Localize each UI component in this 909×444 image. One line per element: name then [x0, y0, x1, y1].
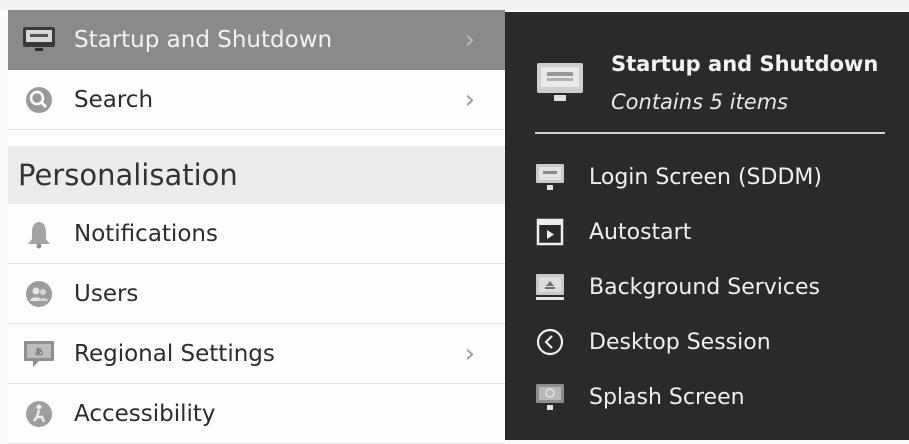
sidebar-item-label: Startup and Shutdown: [74, 27, 333, 53]
panel-item-label: Login Screen (SDDM): [589, 164, 822, 190]
sidebar-item-search[interactable]: Search ›: [8, 70, 505, 130]
monitor-icon: [22, 25, 56, 55]
settings-sidebar: Startup and Shutdown › Search › Personal…: [8, 10, 505, 444]
sidebar-item-label: Regional Settings: [74, 340, 275, 367]
sidebar-item-regional-settings[interactable]: あ Regional Settings ›: [8, 324, 505, 384]
users-icon: [22, 279, 56, 309]
panel-item-desktop-session[interactable]: Desktop Session: [533, 322, 893, 362]
splash-screen-icon: [533, 380, 567, 414]
accessibility-icon: [22, 399, 56, 429]
panel-item-background-services[interactable]: Background Services: [533, 267, 893, 307]
sidebar-item-users[interactable]: Users: [8, 264, 505, 324]
panel-item-label: Desktop Session: [589, 329, 771, 355]
bell-icon: [22, 219, 56, 249]
panel-divider: [535, 132, 885, 134]
chevron-right-icon: ›: [464, 338, 475, 369]
svg-text:あ: あ: [34, 347, 43, 358]
search-icon: [22, 85, 56, 115]
chevron-right-icon: ›: [464, 25, 475, 55]
panel-item-label: Splash Screen: [589, 384, 745, 410]
panel-item-label: Background Services: [589, 274, 821, 300]
panel-title: Startup and Shutdown: [611, 52, 879, 76]
top-strip: [0, 0, 909, 10]
autostart-icon: [533, 215, 567, 249]
panel-item-autostart[interactable]: Autostart: [533, 212, 893, 252]
background-services-icon: [533, 270, 567, 304]
chevron-right-icon: ›: [464, 84, 475, 115]
desktop-session-icon: [533, 325, 567, 359]
sidebar-item-label: Notifications: [74, 220, 218, 247]
section-header-label: Personalisation: [18, 158, 238, 192]
sidebar-item-label: Search: [74, 86, 154, 113]
regional-settings-icon: あ: [22, 339, 56, 369]
section-header-personalisation: Personalisation: [8, 146, 505, 204]
panel-item-login-screen[interactable]: Login Screen (SDDM): [533, 157, 893, 197]
sidebar-item-label: Users: [74, 280, 139, 307]
panel-item-splash-screen[interactable]: Splash Screen: [533, 377, 893, 417]
category-preview-panel: Startup and Shutdown Contains 5 items Lo…: [505, 12, 909, 440]
panel-item-label: Autostart: [589, 219, 692, 245]
sidebar-item-accessibility[interactable]: Accessibility: [8, 384, 505, 444]
sidebar-item-startup-and-shutdown[interactable]: Startup and Shutdown ›: [8, 10, 505, 70]
monitor-icon: [535, 57, 585, 107]
login-screen-icon: [533, 160, 567, 194]
sidebar-item-notifications[interactable]: Notifications: [8, 204, 505, 264]
sidebar-item-label: Accessibility: [74, 400, 216, 427]
panel-subtitle: Contains 5 items: [611, 90, 789, 114]
